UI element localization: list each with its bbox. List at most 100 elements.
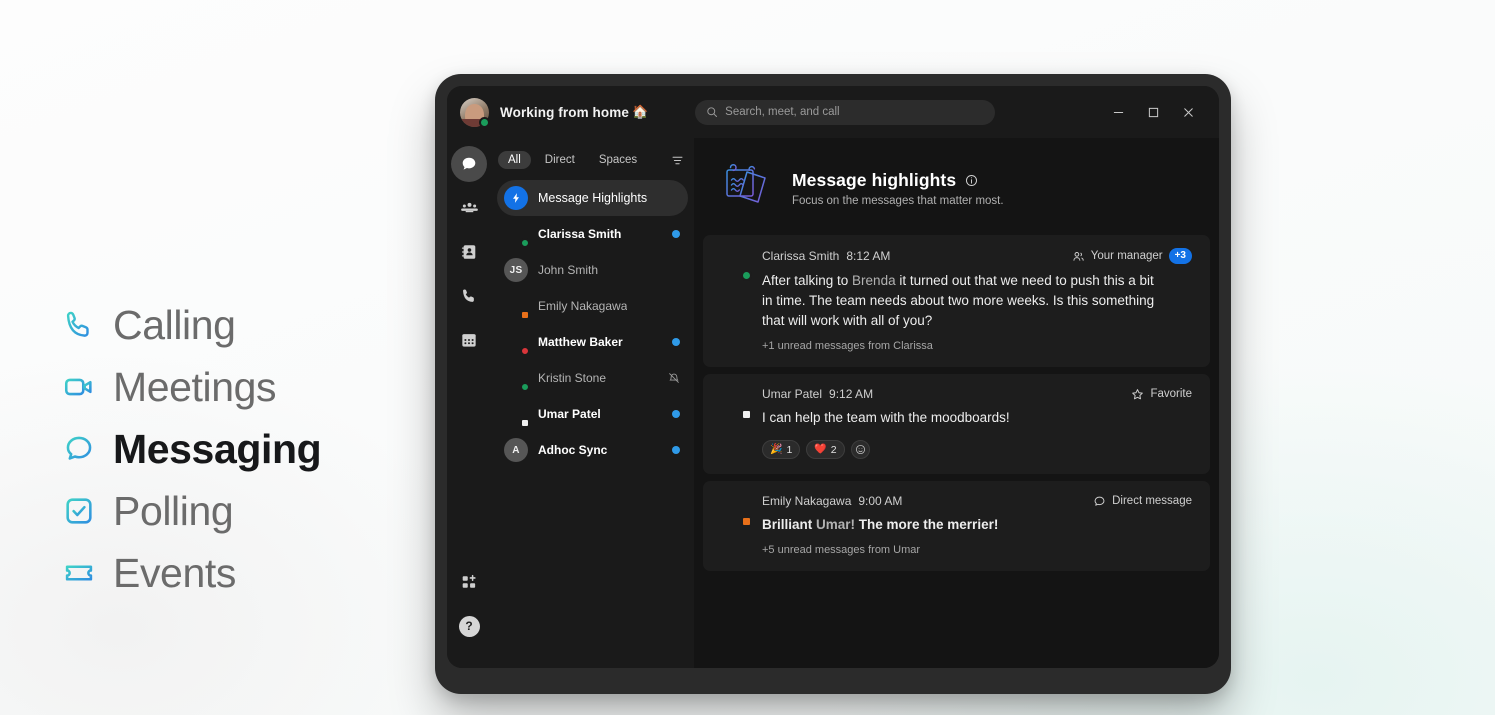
favorite-badge[interactable]: Favorite bbox=[1131, 388, 1192, 401]
message-text-before: Brilliant bbox=[762, 517, 817, 532]
feature-label: Messaging bbox=[113, 425, 322, 472]
list-item[interactable]: JS John Smith bbox=[497, 252, 688, 288]
status-badge[interactable]: Your manager +3 bbox=[1072, 248, 1192, 264]
message-body: Emily Nakagawa 9:00 AM Direct message Br… bbox=[762, 494, 1192, 556]
close-button[interactable] bbox=[1172, 98, 1205, 126]
list-item-status bbox=[672, 410, 680, 418]
tab-spaces[interactable]: Spaces bbox=[589, 151, 647, 169]
message-header: Clarissa Smith 8:12 AM Your manager +3 bbox=[762, 248, 1192, 264]
list-item[interactable]: Kristin Stone bbox=[497, 360, 688, 396]
message-author: Clarissa Smith bbox=[762, 249, 840, 263]
message-card[interactable]: Clarissa Smith 8:12 AM Your manager +3 A… bbox=[703, 235, 1210, 367]
mention[interactable]: Umar! bbox=[816, 517, 855, 532]
rail-teams[interactable] bbox=[451, 190, 487, 226]
list-item[interactable]: Matthew Baker bbox=[497, 324, 688, 360]
device-frame: Working from home 🏠 Search, meet, and ca… bbox=[435, 74, 1231, 694]
feature-item-messaging[interactable]: Messaging bbox=[62, 422, 322, 476]
calendar-icon bbox=[460, 331, 478, 349]
rail-messaging[interactable] bbox=[451, 146, 487, 182]
highlight-cards: Clarissa Smith 8:12 AM Your manager +3 A… bbox=[694, 235, 1210, 571]
list-item[interactable]: Umar Patel bbox=[497, 396, 688, 432]
list-item-label: Umar Patel bbox=[538, 407, 601, 421]
avatar bbox=[721, 389, 752, 420]
tab-direct[interactable]: Direct bbox=[535, 151, 585, 169]
feature-item-events[interactable]: Events bbox=[62, 546, 321, 600]
highlights-header-text: Message highlights Focus on the messages… bbox=[792, 170, 1004, 207]
rail-help[interactable]: ? bbox=[451, 608, 487, 644]
list-item-label: Matthew Baker bbox=[538, 335, 623, 349]
reaction-heart[interactable]: ❤️ 2 bbox=[806, 440, 845, 459]
chat-bubble-icon bbox=[460, 155, 478, 173]
message-body: Umar Patel 9:12 AM Favorite I can help t… bbox=[762, 387, 1192, 459]
avatar bbox=[504, 294, 530, 320]
mute-icon[interactable] bbox=[668, 372, 680, 384]
phone-icon bbox=[62, 308, 96, 342]
conversation-list: All Direct Spaces Message Highlights Cla… bbox=[491, 138, 694, 668]
highlights-title-row: Message highlights bbox=[792, 170, 1004, 191]
message-author: Umar Patel bbox=[762, 387, 823, 401]
rail-calling[interactable] bbox=[451, 278, 487, 314]
bolt-icon bbox=[504, 186, 528, 210]
message-time: 8:12 AM bbox=[846, 249, 891, 263]
page-title: Message highlights bbox=[792, 169, 957, 190]
star-icon bbox=[1131, 388, 1144, 401]
avatar bbox=[504, 366, 530, 392]
rail-apps[interactable] bbox=[451, 564, 487, 600]
avatar: A bbox=[504, 438, 528, 462]
tab-all[interactable]: All bbox=[498, 151, 531, 169]
feature-item-calling[interactable]: Calling bbox=[62, 298, 321, 352]
message-text: Brilliant Umar! The more the merrier! bbox=[762, 515, 1157, 535]
rail-contacts[interactable] bbox=[451, 234, 487, 270]
feature-item-polling[interactable]: Polling bbox=[62, 484, 321, 538]
nav-rail: ? bbox=[447, 138, 491, 668]
feature-label: Meetings bbox=[113, 363, 277, 410]
message-card[interactable]: Emily Nakagawa 9:00 AM Direct message Br… bbox=[703, 481, 1210, 571]
conversation-items: Message Highlights Clarissa Smith JS Joh… bbox=[491, 180, 694, 468]
people-icon bbox=[1072, 250, 1085, 263]
status-text[interactable]: Working from home bbox=[500, 105, 629, 120]
feature-label: Events bbox=[113, 549, 236, 596]
phone-icon bbox=[460, 287, 478, 305]
rail-calendar[interactable] bbox=[451, 322, 487, 358]
add-reaction-button[interactable] bbox=[850, 440, 870, 459]
help-icon: ? bbox=[458, 615, 480, 637]
list-item-label: Clarissa Smith bbox=[538, 227, 622, 241]
minimize-button[interactable] bbox=[1102, 98, 1135, 126]
presence-indicator bbox=[520, 310, 530, 320]
reactions: 🎉 1 ❤️ 2 bbox=[762, 440, 1192, 459]
list-item[interactable]: Clarissa Smith bbox=[497, 216, 688, 252]
presence-indicator bbox=[520, 418, 530, 428]
count-badge: +3 bbox=[1168, 248, 1192, 264]
list-item[interactable]: Message Highlights bbox=[497, 180, 688, 216]
message-text: I can help the team with the moodboards! bbox=[762, 410, 1010, 425]
status-badge-label: Your manager bbox=[1090, 250, 1163, 262]
message-card[interactable]: Umar Patel 9:12 AM Favorite I can help t… bbox=[703, 374, 1210, 474]
window-controls bbox=[1102, 98, 1205, 126]
avatar bbox=[504, 330, 530, 356]
message-body: Clarissa Smith 8:12 AM Your manager +3 A… bbox=[762, 248, 1192, 352]
search-input[interactable]: Search, meet, and call bbox=[695, 99, 996, 125]
avatar bbox=[721, 496, 752, 527]
unread-dot bbox=[672, 446, 680, 454]
message-text: After talking to Brenda it turned out th… bbox=[762, 271, 1157, 331]
presence-indicator bbox=[479, 116, 490, 128]
direct-message-badge[interactable]: Direct message bbox=[1093, 495, 1192, 508]
avatar[interactable] bbox=[460, 97, 490, 128]
video-icon bbox=[62, 370, 96, 404]
search-placeholder: Search, meet, and call bbox=[725, 106, 840, 118]
list-item[interactable]: Emily Nakagawa bbox=[497, 288, 688, 324]
mention[interactable]: Brenda bbox=[852, 273, 896, 288]
feature-item-meetings[interactable]: Meetings bbox=[62, 360, 321, 414]
info-icon[interactable] bbox=[965, 174, 978, 187]
list-item[interactable]: A Adhoc Sync bbox=[497, 432, 688, 468]
message-author: Emily Nakagawa bbox=[762, 494, 852, 508]
filter-icon[interactable] bbox=[671, 154, 686, 167]
message-text-before: After talking to bbox=[762, 273, 853, 288]
ticket-icon bbox=[62, 556, 96, 590]
poll-icon bbox=[62, 494, 96, 528]
highlights-header: Message highlights Focus on the messages… bbox=[694, 138, 1210, 235]
presence-indicator bbox=[741, 516, 752, 527]
maximize-button[interactable] bbox=[1137, 98, 1170, 126]
reaction-party[interactable]: 🎉 1 bbox=[762, 440, 801, 459]
reaction-count: 1 bbox=[786, 443, 793, 456]
